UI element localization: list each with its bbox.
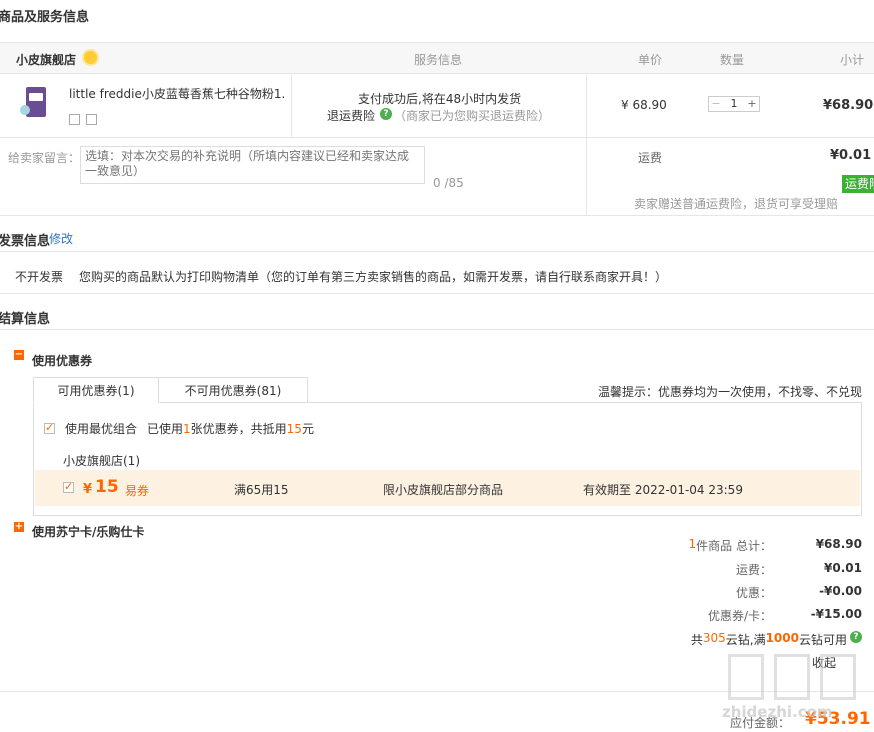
message-row: 给卖家留言： 0 /85 运费 ¥0.01 运费险 卖家赠送普通运费险，退货可享… bbox=[0, 138, 874, 216]
coupon-expiry: 有效期至 2022-01-04 23:59 bbox=[583, 483, 743, 497]
message-counter: 0 /85 bbox=[433, 176, 464, 190]
watermark-url: zhidezhi.com bbox=[722, 703, 833, 721]
summary-coupon: 优惠券/卡： -¥15.00 bbox=[707, 607, 862, 623]
quantity-stepper[interactable]: − 1 + bbox=[708, 96, 760, 112]
coupon-kind: 易券 bbox=[125, 484, 150, 498]
shipping-label: 运费 bbox=[638, 151, 663, 165]
coupon-used-summary: 已使用1张优惠券，共抵用15元 bbox=[147, 422, 314, 436]
invoice-desc: 您购买的商品默认为打印购物清单（您的订单有第三方卖家销售的商品，如需开发票，请自… bbox=[79, 270, 668, 284]
coupon-checkbox[interactable] bbox=[63, 480, 74, 493]
qty-minus-button[interactable]: − bbox=[709, 97, 723, 111]
card-title[interactable]: 使用苏宁卡/乐购仕卡 bbox=[32, 523, 144, 540]
tab-unavailable-coupons[interactable]: 不可用优惠券(81) bbox=[158, 377, 308, 403]
shipping-insurance-desc: 卖家赠送普通运费险，退货可享受理赔 bbox=[634, 197, 839, 211]
coupon-shop-name: 小皮旗舰店(1) bbox=[63, 454, 140, 468]
tag-icon-2 bbox=[86, 114, 97, 125]
shop-badge-icon bbox=[84, 51, 97, 64]
shipping-value: ¥0.01 bbox=[830, 148, 872, 163]
qty-plus-button[interactable]: + bbox=[745, 97, 759, 111]
shipping-insurance-note: （商家已为您购买退运费险） bbox=[394, 109, 551, 123]
coupon-currency: ¥ bbox=[83, 482, 93, 497]
summary-goods-total: 1 件商品 总计： ¥68.90 bbox=[688, 537, 862, 553]
coupon-amount: 15 bbox=[95, 477, 119, 497]
header-quantity: 数量 bbox=[720, 53, 745, 67]
coupon-scope: 限小皮旗舰店部分商品 bbox=[383, 483, 504, 497]
qty-value[interactable]: 1 bbox=[727, 97, 741, 111]
unit-price: ¥ 68.90 bbox=[621, 98, 667, 112]
coupon-title[interactable]: 使用优惠券 bbox=[32, 352, 92, 369]
collapse-minus-icon[interactable]: − bbox=[14, 350, 24, 360]
invoice-type: 不开发票 bbox=[15, 270, 64, 284]
product-name[interactable]: little freddie小皮蓝莓香蕉七种谷物粉1... bbox=[69, 85, 284, 102]
summary-shipping: 运费： ¥0.01 bbox=[735, 561, 862, 577]
invoice-title: 发票信息 bbox=[0, 234, 51, 249]
summary-discount: 优惠： -¥0.00 bbox=[735, 584, 862, 600]
settle-title: 结算信息 bbox=[0, 312, 51, 327]
invoice-edit-link[interactable]: 修改 bbox=[49, 230, 73, 247]
coupon-condition: 满65用15 bbox=[234, 483, 289, 497]
header-subtotal: 小计 bbox=[840, 53, 865, 67]
header-service: 服务信息 bbox=[414, 53, 463, 67]
service-shipping-info: 支付成功后,将在48小时内发货 bbox=[358, 92, 522, 106]
summary-yunzuan: 共 305 云钻,满 1000 云钻可用 ? bbox=[562, 631, 862, 648]
shipping-insurance-label[interactable]: 退运费险 bbox=[327, 107, 375, 124]
shop-name[interactable]: 小皮旗舰店 bbox=[16, 51, 76, 68]
item-row: little freddie小皮蓝莓香蕉七种谷物粉1... 支付成功后,将在48… bbox=[0, 74, 874, 138]
header-unit-price: 单价 bbox=[638, 53, 663, 67]
item-subtotal: ¥68.90 bbox=[823, 98, 874, 113]
tag-icon-1 bbox=[69, 114, 80, 125]
best-combo-checkbox[interactable] bbox=[44, 421, 55, 434]
product-thumbnail[interactable] bbox=[16, 83, 54, 121]
tab-available-coupons[interactable]: 可用优惠券(1) bbox=[33, 377, 159, 403]
best-combo-label[interactable]: 使用最优组合 bbox=[65, 420, 137, 437]
shipping-insurance-badge: 运费险 bbox=[842, 175, 874, 193]
watermark-logo bbox=[726, 652, 866, 710]
yunzuan-help-icon[interactable]: ? bbox=[850, 631, 862, 643]
coupon-item[interactable]: ¥ 15 易券 满65用15 限小皮旗舰店部分商品 有效期至 2022-01-0… bbox=[35, 470, 860, 506]
coupon-tip: 温馨提示：优惠券均为一次使用，不找零、不兑现 bbox=[598, 385, 863, 399]
help-icon[interactable]: ? bbox=[380, 108, 392, 120]
coupon-panel: 使用最优组合 已使用1张优惠券，共抵用15元 小皮旗舰店(1) ¥ 15 易券 … bbox=[33, 402, 862, 516]
goods-section-title: 商品及服务信息 bbox=[0, 10, 90, 25]
message-textarea[interactable] bbox=[80, 146, 425, 184]
order-table-header: 小皮旗舰店 服务信息 单价 数量 小计 bbox=[0, 42, 874, 74]
expand-plus-icon[interactable]: + bbox=[14, 522, 24, 532]
message-label: 给卖家留言： bbox=[8, 151, 81, 165]
